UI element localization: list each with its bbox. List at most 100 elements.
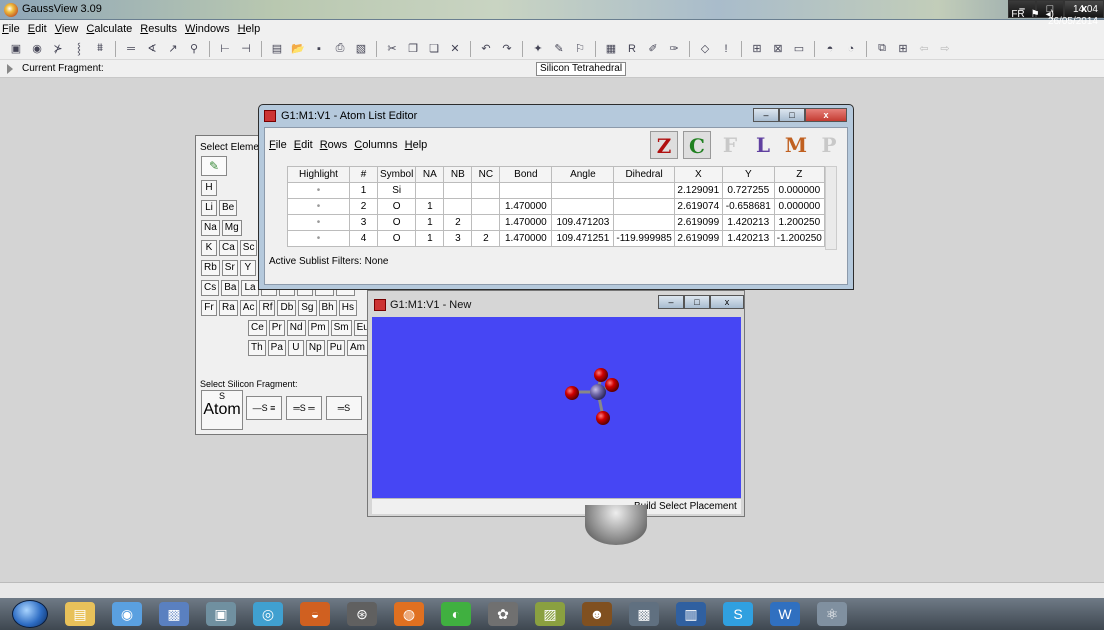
oxygen-atom[interactable]: [596, 411, 610, 425]
fragment-button-1[interactable]: —S ≡: [246, 396, 282, 420]
menu-windows[interactable]: Windows: [185, 23, 230, 35]
element-button[interactable]: H: [201, 180, 217, 196]
results-icon[interactable]: R: [624, 41, 640, 57]
wand-icon[interactable]: ✐: [645, 41, 661, 57]
layer-icon[interactable]: L: [749, 131, 777, 159]
taskbar-app-tools-icon[interactable]: ▣: [206, 602, 236, 626]
table-cell[interactable]: 109.471203: [551, 214, 615, 231]
redo-icon[interactable]: ↷: [499, 41, 515, 57]
element-button[interactable]: Hs: [338, 300, 357, 316]
taskbar-app-skype-icon[interactable]: S: [723, 602, 753, 626]
brush-icon[interactable]: ✑: [666, 41, 682, 57]
back-arrow-icon[interactable]: ⇦: [916, 41, 932, 57]
ring-icon[interactable]: ◉: [29, 41, 45, 57]
table-cell[interactable]: 2: [349, 198, 378, 215]
element-button[interactable]: Th: [248, 340, 266, 356]
menu-results[interactable]: Results: [140, 23, 177, 35]
table-cell[interactable]: [551, 182, 615, 199]
column-header[interactable]: NA: [415, 166, 445, 183]
element-button[interactable]: Nd: [286, 320, 306, 336]
element-button[interactable]: Mg: [221, 220, 242, 236]
inquire-icon[interactable]: ⚲: [186, 41, 202, 57]
atom-fragment-button[interactable]: S Atom: [201, 390, 243, 430]
taskbar-app-chrome-icon[interactable]: ◐: [441, 602, 471, 626]
taskbar-app-firefox-icon[interactable]: ◍: [394, 602, 424, 626]
table-cell[interactable]: [471, 182, 501, 199]
builder-icon[interactable]: ▣: [8, 41, 24, 57]
element-button[interactable]: Sm: [330, 320, 352, 336]
menu-help[interactable]: Help: [238, 23, 261, 35]
ale-menu-item[interactable]: Rows: [320, 139, 348, 151]
table-cell[interactable]: [471, 198, 501, 215]
table-cell[interactable]: 0.000000: [773, 182, 825, 199]
gauss-calc-icon[interactable]: ◓: [822, 41, 838, 57]
taskbar-app-music-icon[interactable]: ⊛: [347, 602, 377, 626]
table-cell[interactable]: [471, 214, 501, 231]
taskbar-app-chrome-like-icon[interactable]: ◎: [253, 602, 283, 626]
table-cell[interactable]: [613, 182, 675, 199]
element-button[interactable]: Rf: [259, 300, 276, 316]
cut-icon[interactable]: ✂: [384, 41, 400, 57]
taskbar-app-explorer-icon[interactable]: ▤: [65, 602, 95, 626]
oxygen-atom[interactable]: [565, 386, 579, 400]
element-button[interactable]: U: [287, 340, 304, 356]
table-cell[interactable]: [613, 198, 675, 215]
molecule-canvas[interactable]: [372, 317, 741, 498]
element-button[interactable]: Ac: [239, 300, 258, 316]
element-button[interactable]: Pm: [307, 320, 329, 336]
element-button[interactable]: Li: [201, 200, 217, 216]
column-header[interactable]: Highlight: [287, 166, 350, 183]
ale-menu-item[interactable]: File: [269, 139, 287, 151]
element-button[interactable]: Be: [219, 200, 238, 216]
network-icon[interactable]: ⚑: [1031, 9, 1040, 20]
rebuild-icon[interactable]: ⚐: [572, 41, 588, 57]
save-icon[interactable]: ▪: [311, 41, 327, 57]
taskbar-app-media-icon[interactable]: ◉: [112, 602, 142, 626]
table-cell[interactable]: 1.420213: [721, 230, 775, 247]
close-windows-icon[interactable]: ⊠: [770, 41, 786, 57]
tile-icon[interactable]: ⧉: [874, 41, 890, 57]
column-header[interactable]: Symbol: [376, 166, 417, 183]
table-cell[interactable]: 1.470000: [499, 198, 553, 215]
clean-icon[interactable]: ✦: [530, 41, 546, 57]
column-header[interactable]: NC: [471, 166, 501, 183]
table-cell[interactable]: 3: [349, 214, 378, 231]
table-cell[interactable]: [499, 182, 553, 199]
image-icon[interactable]: ▧: [353, 41, 369, 57]
current-fragment-value[interactable]: Silicon Tetrahedral: [536, 62, 627, 76]
shape-icon[interactable]: ◇: [697, 41, 713, 57]
table-cell[interactable]: 2.619074: [673, 198, 723, 215]
taskbar-app-flash-icon[interactable]: ◒: [300, 602, 330, 626]
table-cell[interactable]: 1: [415, 198, 445, 215]
table-cell[interactable]: [613, 214, 675, 231]
table-cell[interactable]: [415, 182, 445, 199]
column-header[interactable]: Y: [721, 166, 775, 183]
taskbar-app-usb-icon[interactable]: ▥: [676, 602, 706, 626]
element-button[interactable]: Db: [277, 300, 297, 316]
column-header[interactable]: Z: [773, 166, 825, 183]
copy-icon[interactable]: ❐: [405, 41, 421, 57]
table-cell[interactable]: [443, 182, 473, 199]
element-button[interactable]: Sg: [298, 300, 317, 316]
ale-menu-item[interactable]: Edit: [294, 139, 313, 151]
dihedral-icon[interactable]: ↗: [165, 41, 181, 57]
element-button[interactable]: Pa: [267, 340, 286, 356]
ale-menu-item[interactable]: Columns: [354, 139, 397, 151]
fragment-button-2[interactable]: ═S ═: [286, 396, 322, 420]
expand-arrow-icon[interactable]: [7, 64, 13, 74]
ale-menu-item[interactable]: Help: [405, 139, 428, 151]
element-button[interactable]: Ca: [219, 240, 238, 256]
column-header[interactable]: Bond: [499, 166, 553, 183]
ale-minimize-button[interactable]: –: [753, 108, 779, 122]
column-header[interactable]: Angle: [551, 166, 615, 183]
element-button[interactable]: Y: [239, 260, 256, 276]
table-cell[interactable]: -119.999985: [613, 230, 675, 247]
element-button[interactable]: Rb: [201, 260, 220, 276]
oxygen-atom[interactable]: [605, 378, 619, 392]
add-valence-icon[interactable]: ⊢: [217, 41, 233, 57]
custom-fragment-icon[interactable]: ⸾: [71, 41, 87, 57]
element-button[interactable]: Am: [346, 340, 368, 356]
new-icon[interactable]: ▤: [269, 41, 285, 57]
windows-icon[interactable]: ⊞: [749, 41, 765, 57]
taskbar-app-video-icon[interactable]: ▩: [629, 602, 659, 626]
